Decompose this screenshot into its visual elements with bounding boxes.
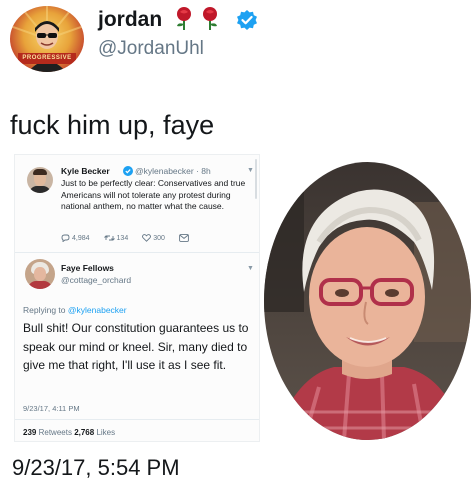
verified-icon — [123, 166, 133, 176]
chevron-down-icon[interactable]: ▼ — [247, 265, 254, 272]
woman-portrait-illustration — [264, 189, 471, 440]
user-handle[interactable]: @JordanUhl — [98, 38, 204, 60]
embedded-screenshot: Kyle Becker @kylenabecker · 8h ▼ Just to… — [14, 154, 260, 442]
verified-icon — [237, 10, 257, 30]
retweet-count: 134 — [116, 234, 129, 242]
reply-user-avatar[interactable] — [25, 259, 55, 289]
divider — [15, 252, 259, 253]
retweet-icon — [103, 235, 115, 241]
heart-icon — [142, 234, 152, 242]
reply-stats: 239 Retweets 2,768 Likes — [23, 428, 115, 437]
user-avatar[interactable]: PROGRESSIVE — [10, 6, 84, 72]
likes-label[interactable]: Likes — [96, 428, 115, 437]
replying-to-label: Replying to — [23, 305, 66, 315]
quoted-tweet-text: Just to be perfectly clear: Conservative… — [61, 178, 246, 211]
reply-button[interactable]: 4,984 — [61, 234, 90, 242]
display-name[interactable]: jordan — [98, 8, 162, 32]
reply-timestamp[interactable]: 9/23/17, 4:11 PM — [23, 404, 80, 413]
quoted-tweet-actions: 4,984 134 300 — [61, 234, 203, 242]
reply-user-name[interactable]: Faye Fellows — [61, 263, 114, 273]
quoted-user-name[interactable]: Kyle Becker — [61, 166, 110, 176]
quoted-user-avatar[interactable] — [27, 167, 53, 193]
likes-count[interactable]: 2,768 — [74, 428, 94, 437]
like-button[interactable]: 300 — [142, 234, 165, 242]
reply-user-handle[interactable]: @cottage_orchard — [61, 275, 131, 285]
envelope-icon — [179, 234, 189, 242]
replying-to-mention[interactable]: @kylenabecker — [68, 305, 127, 315]
portrait-photo — [264, 162, 471, 440]
avatar-banner: PROGRESSIVE — [18, 53, 76, 64]
rose-icon — [203, 7, 217, 30]
tweet-timestamp[interactable]: 9/23/17, 5:54 PM — [12, 455, 180, 481]
divider — [15, 419, 259, 420]
reply-count: 4,984 — [72, 234, 90, 242]
chevron-down-icon[interactable]: ▼ — [247, 167, 254, 174]
scrollbar[interactable] — [255, 159, 257, 199]
reply-icon — [61, 234, 70, 242]
reply-tweet-text: Bull shit! Our constitution guarantees u… — [23, 321, 249, 372]
retweets-label[interactable]: Retweets — [39, 428, 72, 437]
name-emoji-group — [174, 6, 220, 30]
tweet-text: fuck him up, faye — [10, 110, 215, 140]
rose-icon — [177, 7, 191, 30]
retweets-count[interactable]: 239 — [23, 428, 36, 437]
retweet-button[interactable]: 134 — [103, 234, 129, 242]
quoted-user-handle[interactable]: @kylenabecker · 8h — [135, 166, 211, 176]
like-count: 300 — [153, 234, 165, 242]
replying-to-line: Replying to @kylenabecker — [23, 305, 127, 315]
direct-message-button[interactable] — [179, 234, 189, 242]
